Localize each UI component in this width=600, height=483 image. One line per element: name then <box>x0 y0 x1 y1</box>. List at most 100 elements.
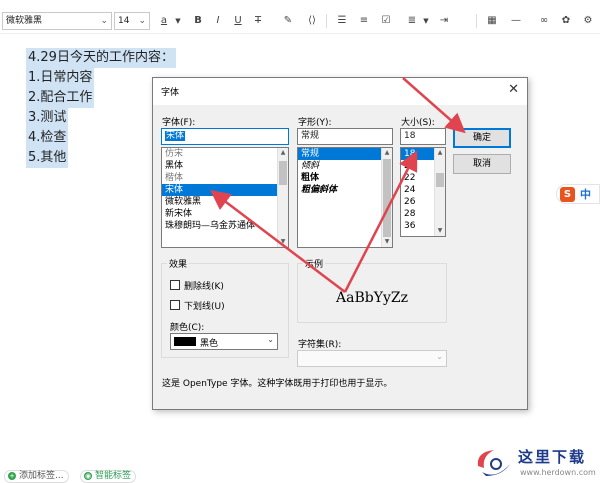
font-size-select[interactable]: 14 ⌄ <box>114 12 150 30</box>
dialog-title: 字体 <box>161 88 180 98</box>
font-type-note: 这是 OpenType 字体。这种字体既用于打印也用于显示。 <box>162 379 393 389</box>
font-family-option[interactable]: 仿宋 <box>162 148 288 160</box>
font-family-value: 微软雅黑 <box>6 16 43 26</box>
font-family-option[interactable]: 楷体 <box>162 172 288 184</box>
font-family-option[interactable]: 珠穆朗玛—乌金苏通体 <box>162 220 288 232</box>
ime-indicator[interactable]: S 中 <box>556 184 600 204</box>
color-select[interactable]: 黑色 ⌄ <box>170 333 278 350</box>
font-family-select[interactable]: 微软雅黑 ⌄ <box>2 12 112 30</box>
doc-line[interactable]: 5.其他 <box>26 148 69 168</box>
code-icon[interactable]: ⟨⟩ <box>304 13 320 29</box>
scroll-down-icon[interactable]: ▼ <box>435 226 445 236</box>
numbered-list-icon[interactable]: ≡ <box>356 13 372 29</box>
chevron-down-icon: ⌄ <box>436 352 443 361</box>
watermark: 这里下载 www.herdown.com <box>470 446 598 482</box>
watermark-title: 这里下载 <box>518 448 587 466</box>
add-tag-button[interactable]: + 添加标签... <box>4 470 69 483</box>
font-style-option[interactable]: 粗体 <box>298 172 392 184</box>
align-dropdown-icon[interactable]: ▼ <box>418 13 434 29</box>
close-icon[interactable]: ✕ <box>508 82 519 98</box>
size-list-scrollbar[interactable]: ▲ ▼ <box>434 148 445 236</box>
settings-icon[interactable]: ⚙ <box>580 13 596 29</box>
underline-checkbox[interactable] <box>170 300 180 310</box>
doc-line[interactable]: 4.检查 <box>26 128 69 148</box>
smart-tag-label: 智能标签 <box>95 471 132 481</box>
font-family-option[interactable]: 新宋体 <box>162 208 288 220</box>
tag-icon: ◉ <box>84 472 92 480</box>
font-size-input-value: 18 <box>404 131 416 141</box>
font-family-input-value: 宋体 <box>165 131 186 141</box>
scroll-up-icon[interactable]: ▲ <box>278 148 288 158</box>
font-style-items: 常规 倾斜 粗体 粗偏斜体 <box>298 148 392 196</box>
chevron-down-icon: ⌄ <box>138 16 146 26</box>
font-style-option[interactable]: 倾斜 <box>298 160 392 172</box>
bold-icon[interactable]: B <box>190 13 206 29</box>
color-swatch <box>174 337 196 346</box>
scroll-thumb[interactable] <box>436 173 444 187</box>
ime-mode-label: 中 <box>580 188 591 201</box>
ok-button[interactable]: 确定 <box>453 128 511 148</box>
plus-icon: + <box>8 472 16 480</box>
divider-icon[interactable]: — <box>508 13 524 29</box>
scroll-thumb[interactable] <box>383 159 391 237</box>
font-dialog: 字体 ✕ 字体(F): 宋体 仿宋 黑体 楷体 宋体 微软雅黑 新宋体 珠穆朗玛—乌金苏通体… <box>152 77 528 410</box>
doc-line[interactable]: 1.日常内容 <box>26 68 95 88</box>
font-style-input[interactable]: 常规 <box>297 128 393 145</box>
charset-label: 字符集(R): <box>298 340 342 350</box>
font-family-items: 仿宋 黑体 楷体 宋体 微软雅黑 新宋体 珠穆朗玛—乌金苏通体 <box>162 148 288 232</box>
more-icon[interactable]: ✿ <box>558 13 574 29</box>
indent-icon[interactable]: ⇥ <box>436 13 452 29</box>
font-family-option[interactable]: 宋体 <box>162 184 288 196</box>
font-style-option[interactable]: 常规 <box>298 148 392 160</box>
charset-select[interactable]: ⌄ <box>297 350 447 367</box>
smart-tag-button[interactable]: ◉ 智能标签 <box>80 470 137 483</box>
font-family-label: 字体(F): <box>162 118 196 128</box>
font-family-input[interactable]: 宋体 <box>161 128 289 145</box>
color-label: 颜色(C): <box>170 323 205 333</box>
font-list-scrollbar[interactable]: ▲ ▼ <box>277 148 288 247</box>
link-icon[interactable]: ∞ <box>536 13 552 29</box>
italic-icon[interactable]: I <box>210 13 226 29</box>
scroll-up-icon[interactable]: ▲ <box>435 148 445 158</box>
font-size-label: 大小(S): <box>401 118 435 128</box>
format-painter-icon[interactable]: ✎ <box>280 13 296 29</box>
font-family-list[interactable]: 仿宋 黑体 楷体 宋体 微软雅黑 新宋体 珠穆朗玛—乌金苏通体 ▲ ▼ <box>161 147 289 248</box>
strikethrough-checkbox[interactable] <box>170 280 180 290</box>
app-root: 微软雅黑 ⌄ 14 ⌄ a ▼ B I U T ✎ ⟨⟩ ☰ ≡ ☑ ≣ ▼ ⇥… <box>0 0 600 483</box>
color-value: 黑色 <box>200 339 219 349</box>
doc-line[interactable]: 3.测试 <box>26 108 69 128</box>
font-style-input-value: 常规 <box>301 131 320 141</box>
underline-icon[interactable]: U <box>230 13 246 29</box>
sample-title: 示例 <box>303 257 326 270</box>
style-list-scrollbar[interactable]: ▲ ▼ <box>381 148 392 247</box>
doc-line[interactable]: 4.29日今天的工作内容： <box>26 48 176 68</box>
strikethrough-icon[interactable]: T <box>250 13 266 29</box>
checklist-icon[interactable]: ☑ <box>378 13 394 29</box>
font-style-option[interactable]: 粗偏斜体 <box>298 184 392 196</box>
effects-title: 效果 <box>167 257 190 270</box>
scroll-up-icon[interactable]: ▲ <box>382 148 392 158</box>
add-tag-label: 添加标签... <box>19 471 64 481</box>
toolbar-divider <box>326 14 327 28</box>
bullet-list-icon[interactable]: ☰ <box>334 13 350 29</box>
font-color-dropdown-icon[interactable]: ▼ <box>170 13 186 29</box>
font-size-list[interactable]: 18 20 22 24 26 28 36 ▲ ▼ <box>400 147 446 237</box>
font-family-option[interactable]: 黑体 <box>162 160 288 172</box>
dialog-title-bar[interactable]: 字体 ✕ <box>153 78 527 105</box>
font-style-list[interactable]: 常规 倾斜 粗体 粗偏斜体 ▲ ▼ <box>297 147 393 248</box>
strikethrough-label: 删除线(K) <box>184 282 224 292</box>
chevron-down-icon: ⌄ <box>267 335 274 344</box>
font-style-label: 字形(Y): <box>298 118 332 128</box>
underline-label: 下划线(U) <box>184 302 225 312</box>
toolbar-divider <box>476 14 477 28</box>
cancel-button[interactable]: 取消 <box>453 154 511 174</box>
table-icon[interactable]: ▦ <box>484 13 500 29</box>
font-family-option[interactable]: 微软雅黑 <box>162 196 288 208</box>
scroll-down-icon[interactable]: ▼ <box>382 237 392 247</box>
scroll-down-icon[interactable]: ▼ <box>278 237 288 247</box>
scroll-thumb[interactable] <box>279 161 287 185</box>
sogou-logo-icon: S <box>560 187 575 202</box>
doc-line[interactable]: 2.配合工作 <box>26 88 95 108</box>
font-size-input[interactable]: 18 <box>400 128 446 145</box>
editor-toolbar: 微软雅黑 ⌄ 14 ⌄ a ▼ B I U T ✎ ⟨⟩ ☰ ≡ ☑ ≣ ▼ ⇥… <box>0 0 600 34</box>
